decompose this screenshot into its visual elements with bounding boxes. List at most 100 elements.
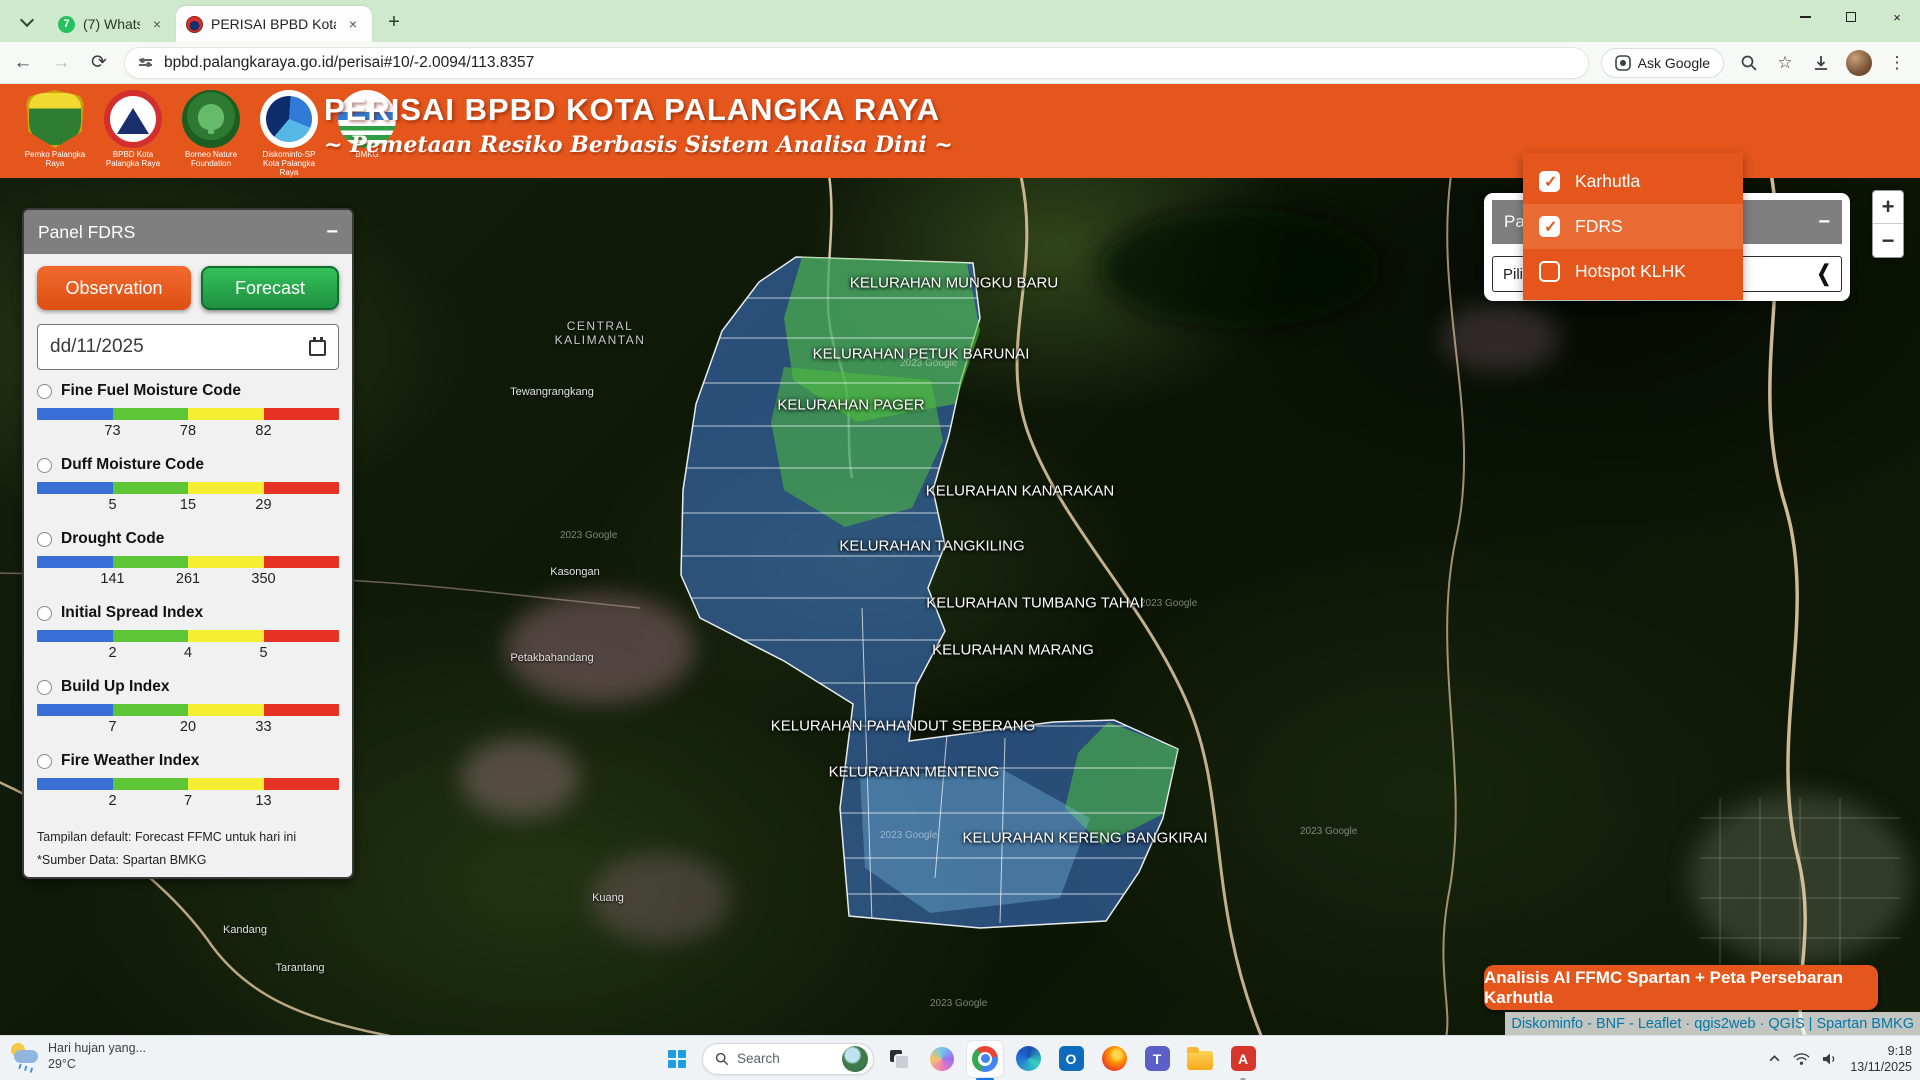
window-controls: × bbox=[1782, 0, 1920, 34]
wifi-icon[interactable] bbox=[1793, 1052, 1810, 1066]
taskbar-start-button[interactable] bbox=[659, 1041, 695, 1077]
perisai-favicon bbox=[186, 16, 203, 33]
download-icon[interactable] bbox=[1810, 52, 1832, 74]
menu-dots-icon[interactable]: ⋮ bbox=[1886, 52, 1908, 74]
taskbar-center: Search O T A bbox=[659, 1036, 1261, 1080]
tab-whatsapp[interactable]: 7 (7) WhatsApp × bbox=[48, 6, 176, 42]
back-button[interactable]: ← bbox=[8, 48, 38, 78]
maximize-button[interactable] bbox=[1828, 0, 1874, 34]
radio-icon[interactable] bbox=[37, 754, 52, 769]
taskbar-acrobat-button[interactable]: A bbox=[1225, 1041, 1261, 1077]
tray-chevron-up-icon[interactable] bbox=[1768, 1052, 1781, 1065]
index-option[interactable]: Build Up Index bbox=[37, 678, 339, 696]
outlook-icon: O bbox=[1059, 1046, 1084, 1071]
date-input[interactable]: dd/11/2025 bbox=[37, 324, 339, 370]
tab-close-icon[interactable]: × bbox=[344, 15, 362, 33]
taskbar-edge-button[interactable] bbox=[1010, 1041, 1046, 1077]
zoom-icon[interactable] bbox=[1738, 52, 1760, 74]
risk-scale-bar bbox=[37, 482, 339, 494]
taskbar-copilot-button[interactable] bbox=[924, 1041, 960, 1077]
threshold-value: 7 bbox=[108, 719, 116, 735]
taskbar-explorer-button[interactable] bbox=[1182, 1041, 1218, 1077]
analysis-ai-button[interactable]: Analisis AI FFMC Spartan + Peta Persebar… bbox=[1484, 965, 1878, 1010]
observation-button[interactable]: Observation bbox=[37, 266, 191, 310]
ask-google-button[interactable]: Ask Google bbox=[1601, 48, 1724, 78]
windows-logo-icon bbox=[668, 1050, 686, 1068]
index-option[interactable]: Initial Spread Index bbox=[37, 604, 339, 622]
minimize-button[interactable] bbox=[1782, 0, 1828, 34]
index-option[interactable]: Fine Fuel Moisture Code bbox=[37, 382, 339, 400]
dropdown-item-fdrs[interactable]: FDRS bbox=[1523, 204, 1743, 249]
dropdown-item-hotspot-klhk[interactable]: Hotspot KLHK bbox=[1523, 249, 1743, 294]
close-button[interactable]: × bbox=[1874, 0, 1920, 34]
radio-icon[interactable] bbox=[37, 680, 52, 695]
map-attribution[interactable]: Diskominfo - BNF - Leaflet · qgis2web · … bbox=[1505, 1012, 1920, 1035]
page-title: PERISAI BPBD KOTA PALANGKA RAYA bbox=[324, 92, 953, 128]
forward-button[interactable]: → bbox=[46, 48, 76, 78]
taskbar-search[interactable]: Search bbox=[702, 1043, 874, 1075]
checkbox-checked-icon[interactable] bbox=[1539, 216, 1560, 237]
place-label: Tewangrangkang bbox=[510, 386, 594, 398]
place-label: Kasongan bbox=[550, 566, 600, 578]
weather-title: Hari hujan yang... bbox=[48, 1040, 146, 1056]
panel-fdrs-header[interactable]: Panel FDRS − bbox=[24, 210, 352, 254]
zoom-out-button[interactable]: − bbox=[1873, 224, 1903, 257]
kelurahan-label: KELURAHAN MARANG bbox=[932, 642, 1094, 659]
profile-avatar[interactable] bbox=[1846, 50, 1872, 76]
logo-pemko: Pemko Palangka Raya bbox=[22, 90, 88, 177]
map-watermark: 2023 Google bbox=[930, 998, 987, 1009]
index-option[interactable]: Drought Code bbox=[37, 530, 339, 548]
checkbox-unchecked-icon[interactable] bbox=[1539, 261, 1560, 282]
chevron-left-icon[interactable] bbox=[1817, 261, 1831, 287]
tab-search-button[interactable] bbox=[12, 7, 42, 37]
bookmark-star-icon[interactable]: ☆ bbox=[1774, 52, 1796, 74]
radio-icon[interactable] bbox=[37, 606, 52, 621]
index-option[interactable]: Fire Weather Index bbox=[37, 752, 339, 770]
taskbar-firefox-button[interactable] bbox=[1096, 1041, 1132, 1077]
toolbar-actions: Ask Google ☆ ⋮ bbox=[1601, 48, 1908, 78]
checkbox-checked-icon[interactable] bbox=[1539, 171, 1560, 192]
collapse-icon[interactable]: − bbox=[326, 221, 338, 244]
url-text[interactable]: bpbd.palangkaraya.go.id/perisai#10/-2.00… bbox=[164, 54, 534, 72]
map-watermark: 2023 Google bbox=[1300, 826, 1357, 837]
taskbar-teams-button[interactable]: T bbox=[1139, 1041, 1175, 1077]
tab-perisai[interactable]: PERISAI BPBD Kota Palangka Ra × bbox=[176, 6, 372, 42]
site-title-block: PERISAI BPBD KOTA PALANGKA RAYA ~ Pemeta… bbox=[324, 92, 953, 158]
copilot-icon bbox=[930, 1047, 954, 1071]
risk-scale-bar bbox=[37, 556, 339, 568]
kelurahan-label: KELURAHAN PAGER bbox=[777, 397, 924, 414]
fdrs-index-dmc: Duff Moisture Code 5 15 29 bbox=[37, 456, 339, 518]
browser-tabstrip: 7 (7) WhatsApp × PERISAI BPBD Kota Palan… bbox=[0, 0, 1920, 42]
volume-icon[interactable] bbox=[1822, 1052, 1838, 1066]
taskbar-taskview-button[interactable] bbox=[881, 1041, 917, 1077]
tab-close-icon[interactable]: × bbox=[148, 15, 166, 33]
logo-bnf: Borneo Nature Foundation bbox=[178, 90, 244, 177]
radio-icon[interactable] bbox=[37, 458, 52, 473]
address-bar[interactable]: bpbd.palangkaraya.go.id/perisai#10/-2.00… bbox=[124, 47, 1589, 79]
dropdown-item-karhutla[interactable]: Karhutla bbox=[1523, 159, 1743, 204]
site-settings-icon[interactable] bbox=[139, 59, 152, 66]
forecast-button[interactable]: Forecast bbox=[201, 266, 339, 310]
radio-icon[interactable] bbox=[37, 384, 52, 399]
fdrs-index-dc: Drought Code 141 261 350 bbox=[37, 530, 339, 592]
radio-icon[interactable] bbox=[37, 532, 52, 547]
collapse-icon[interactable]: − bbox=[1818, 211, 1830, 234]
new-tab-button[interactable]: + bbox=[380, 8, 408, 36]
kelurahan-label: KELURAHAN KANARAKAN bbox=[926, 483, 1114, 500]
diskominfo-logo-icon bbox=[260, 90, 318, 148]
threshold-value: 350 bbox=[251, 571, 275, 587]
calendar-icon[interactable] bbox=[309, 340, 326, 356]
index-option[interactable]: Duff Moisture Code bbox=[37, 456, 339, 474]
search-daily-image bbox=[842, 1046, 868, 1072]
firefox-icon bbox=[1102, 1046, 1127, 1071]
zoom-in-button[interactable]: + bbox=[1873, 191, 1903, 224]
tray-clock[interactable]: 9:18 13/11/2025 bbox=[1850, 1043, 1912, 1075]
taskbar-outlook-button[interactable]: O bbox=[1053, 1041, 1089, 1077]
threshold-value: 261 bbox=[176, 571, 200, 587]
ask-google-label: Ask Google bbox=[1638, 55, 1710, 71]
taskbar-weather-widget[interactable]: Hari hujan yang... 29°C bbox=[10, 1040, 146, 1072]
taskbar-chrome-button[interactable] bbox=[967, 1041, 1003, 1077]
panel-fdrs-title: Panel FDRS bbox=[38, 222, 135, 243]
reload-button[interactable]: ⟳ bbox=[84, 48, 114, 78]
threshold-value: 5 bbox=[108, 497, 116, 513]
